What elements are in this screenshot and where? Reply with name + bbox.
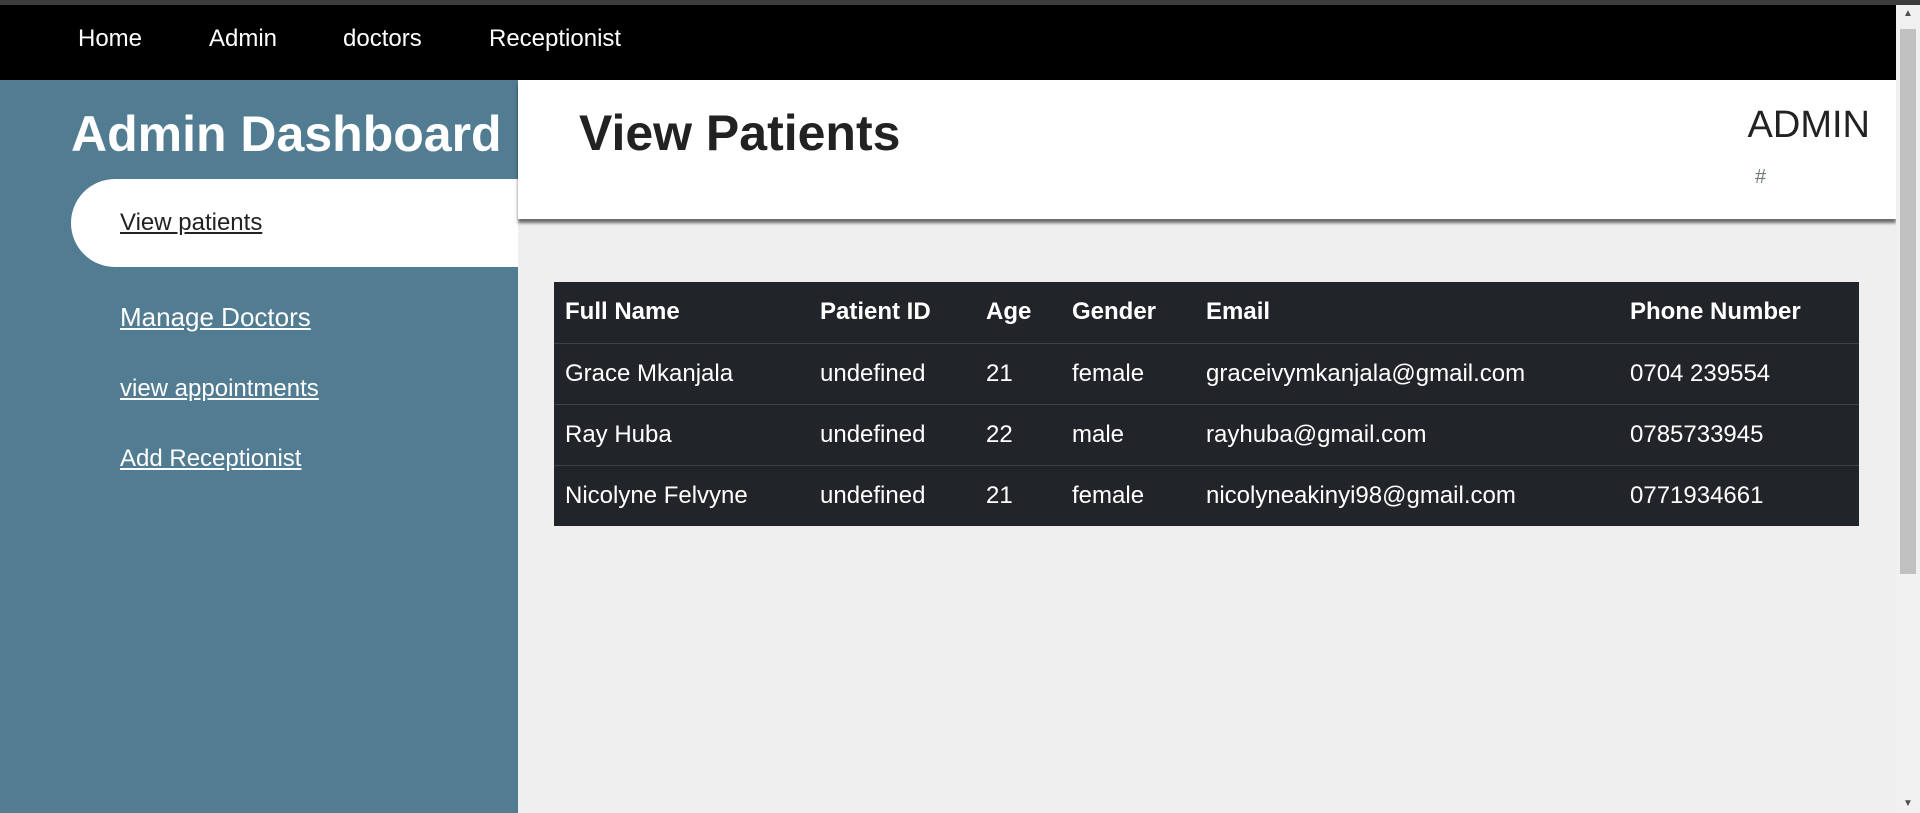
top-navbar: Home Admin doctors Receptionist: [0, 5, 1920, 80]
page-title: View Patients: [579, 105, 901, 161]
cell-phone-number: 0771934661: [1630, 481, 1764, 509]
column-header-age: Age: [975, 282, 1061, 344]
sidebar-title: Admin Dashboard: [71, 106, 502, 162]
sidebar-item-add-receptionist[interactable]: Add Receptionist: [120, 445, 301, 473]
vertical-scrollbar[interactable]: ▲ ▼: [1896, 5, 1920, 813]
scrollbar-thumb[interactable]: [1900, 29, 1916, 574]
cell-phone-number: 0785733945: [1619, 404, 1859, 466]
cell-email: nicolyneakinyi98@gmail.com: [1206, 481, 1516, 509]
cell-patient-id: undefined: [809, 404, 975, 466]
sidebar: Admin Dashboard View patients Manage Doc…: [0, 80, 518, 813]
sidebar-item-view-appointments[interactable]: view appointments: [120, 375, 319, 403]
scroll-up-arrow-icon[interactable]: ▲: [1896, 5, 1920, 23]
table-row: Ray Huba undefined 22 male rayhuba@gmail…: [554, 404, 1859, 466]
nav-doctors-link[interactable]: doctors: [343, 22, 422, 56]
nav-receptionist-link[interactable]: Receptionist: [489, 22, 621, 56]
cell-full-name: Grace Mkanjala: [554, 343, 809, 405]
cell-email: graceivymkanjala@gmail.com: [1195, 343, 1619, 405]
header-hash-link[interactable]: #: [1755, 166, 1766, 189]
cell-age: 21: [975, 343, 1061, 405]
user-role-label: ADMIN: [1747, 104, 1870, 146]
column-header-email: Email: [1195, 282, 1619, 344]
column-header-patient-id: Patient ID: [809, 282, 975, 344]
nav-admin-link[interactable]: Admin: [209, 22, 277, 56]
cell-gender: female: [1072, 481, 1145, 509]
sidebar-item-view-patients[interactable]: View patients: [120, 209, 262, 237]
cell-gender: male: [1061, 404, 1195, 466]
scroll-down-arrow-icon[interactable]: ▼: [1896, 795, 1920, 813]
cell-email: rayhuba@gmail.com: [1195, 404, 1619, 466]
cell-full-name: Nicolyne Felvyne: [565, 481, 748, 509]
page-header: View Patients ADMIN #: [518, 80, 1896, 219]
column-header-full-name: Full Name: [554, 282, 809, 344]
patients-table: Full Name Patient ID Age Gender Email Ph…: [554, 282, 1859, 526]
cell-full-name: Ray Huba: [554, 404, 809, 466]
cell-patient-id: undefined: [820, 481, 926, 509]
column-header-gender: Gender: [1061, 282, 1195, 344]
table-row: Nicolyne Felvyne undefined 21 female nic…: [554, 465, 1859, 526]
table-header-row: Full Name Patient ID Age Gender Email Ph…: [554, 282, 1859, 344]
cell-gender: female: [1061, 343, 1195, 405]
cell-phone-number: 0704 239554: [1619, 343, 1859, 405]
sidebar-item-manage-doctors[interactable]: Manage Doctors: [120, 302, 311, 332]
cell-age: 21: [986, 481, 1013, 509]
nav-home-link[interactable]: Home: [78, 22, 142, 56]
table-row: Grace Mkanjala undefined 21 female grace…: [554, 343, 1859, 405]
cell-age: 22: [975, 404, 1061, 466]
cell-patient-id: undefined: [809, 343, 975, 405]
column-header-phone-number: Phone Number: [1619, 282, 1859, 344]
